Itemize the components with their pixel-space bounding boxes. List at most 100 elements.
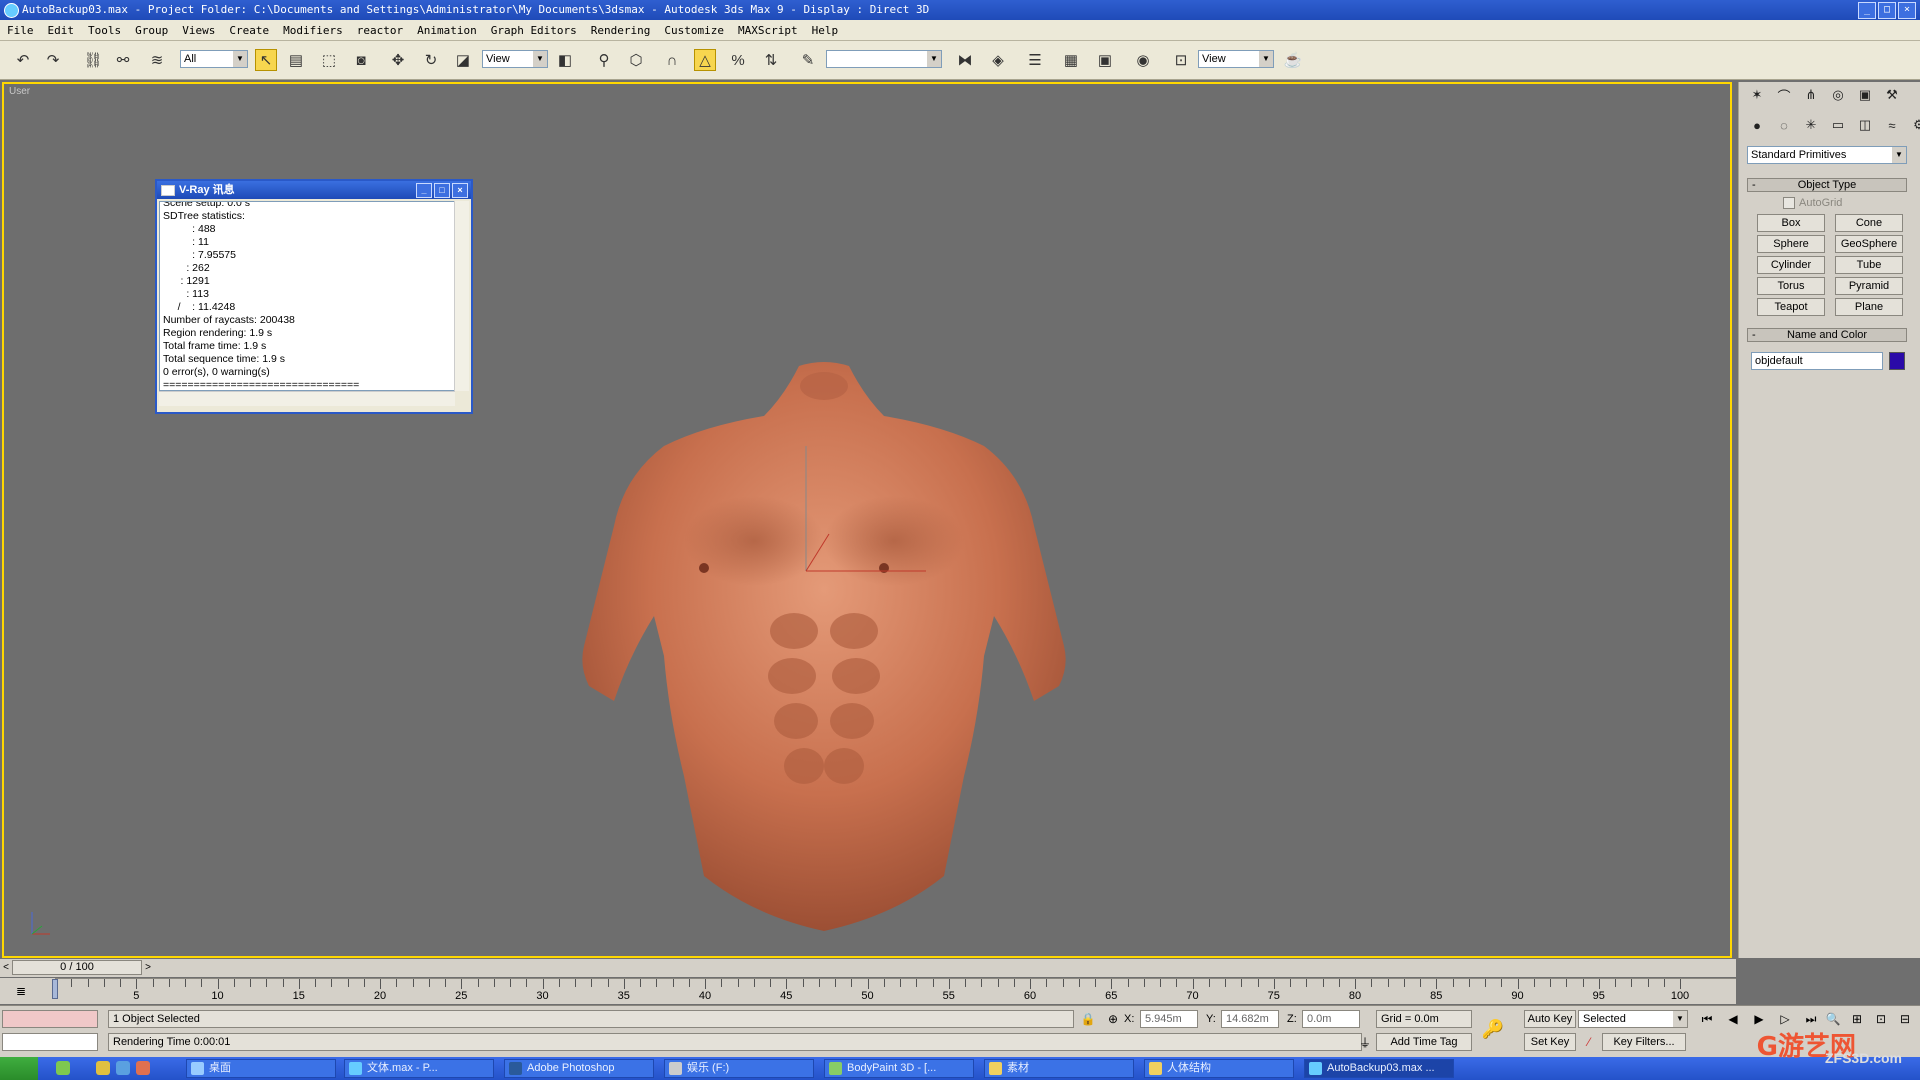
menu-graph-editors[interactable]: Graph Editors: [484, 24, 584, 37]
menu-animation[interactable]: Animation: [410, 24, 484, 37]
y-coordinate-field[interactable]: 14.682m: [1221, 1010, 1279, 1028]
menu-modifiers[interactable]: Modifiers: [276, 24, 350, 37]
display-tab-icon[interactable]: ▣: [1855, 86, 1875, 104]
zoom-extents-icon[interactable]: ⊡: [1872, 1010, 1890, 1028]
taskbar-item[interactable]: Adobe Photoshop: [504, 1059, 654, 1078]
previous-frame-icon[interactable]: ◀: [1724, 1010, 1742, 1028]
geometry-icon[interactable]: ●: [1747, 116, 1767, 134]
angle-snap-icon[interactable]: △: [694, 49, 716, 71]
layer-manager-icon[interactable]: ☰: [1024, 49, 1046, 71]
go-to-start-icon[interactable]: ⏮: [1698, 1010, 1716, 1028]
menu-rendering[interactable]: Rendering: [584, 24, 658, 37]
quick-render-teapot-icon[interactable]: ☕: [1282, 49, 1304, 71]
taskbar-item[interactable]: 文体.max - P...: [344, 1059, 494, 1078]
cylinder-button[interactable]: Cylinder: [1757, 256, 1825, 274]
lights-icon[interactable]: ✳: [1801, 116, 1821, 134]
taskbar-item[interactable]: 娱乐 (F:): [664, 1059, 814, 1078]
cameras-icon[interactable]: ▭: [1828, 116, 1848, 134]
quicklaunch-icon[interactable]: [96, 1061, 110, 1075]
maxscript-listener-mini[interactable]: [2, 1010, 98, 1028]
current-frame-marker[interactable]: [52, 979, 58, 999]
rectangular-selection-icon[interactable]: ⬚: [318, 49, 340, 71]
menu-create[interactable]: Create: [222, 24, 276, 37]
curve-editor-icon[interactable]: ▦: [1060, 49, 1082, 71]
key-curve-icon[interactable]: ⁄: [1580, 1033, 1598, 1051]
select-move-icon[interactable]: ✥: [387, 49, 409, 71]
menu-help[interactable]: Help: [805, 24, 846, 37]
track-bar[interactable]: ≣ 05101520253035404550556065707580859095…: [0, 978, 1736, 1004]
systems-icon[interactable]: ⚙: [1909, 116, 1920, 134]
pivot-center-icon[interactable]: ◧: [554, 49, 576, 71]
select-and-link-icon[interactable]: ⛓: [82, 49, 104, 71]
menu-maxscript[interactable]: MAXScript: [731, 24, 805, 37]
bind-space-warp-icon[interactable]: ≋: [146, 49, 168, 71]
menu-edit[interactable]: Edit: [41, 24, 82, 37]
redo-icon[interactable]: ↷: [42, 49, 64, 71]
schematic-view-icon[interactable]: ▣: [1094, 49, 1116, 71]
quicklaunch-icon[interactable]: [136, 1061, 150, 1075]
maxscript-listener-input[interactable]: [2, 1033, 98, 1051]
autogrid-checkbox[interactable]: AutoGrid: [1783, 197, 1842, 209]
cone-button[interactable]: Cone: [1835, 214, 1903, 232]
primitive-category-dropdown[interactable]: Standard Primitives ▼: [1747, 146, 1907, 164]
menu-file[interactable]: File: [0, 24, 41, 37]
vray-horizontal-scrollbar[interactable]: [159, 391, 455, 406]
prev-frame-arrow-icon[interactable]: <: [0, 960, 12, 975]
ie-icon[interactable]: [116, 1061, 130, 1075]
create-tab-icon[interactable]: ✶: [1747, 86, 1767, 104]
selection-lock-icon[interactable]: 🔒: [1079, 1010, 1097, 1028]
z-coordinate-field[interactable]: 0.0m: [1302, 1010, 1360, 1028]
select-manipulate-icon[interactable]: ⚲: [593, 49, 615, 71]
shapes-icon[interactable]: ◌: [1774, 116, 1794, 134]
start-button[interactable]: [0, 1057, 38, 1080]
minimize-button[interactable]: _: [1858, 2, 1876, 19]
sphere-button[interactable]: Sphere: [1757, 235, 1825, 253]
snaps-toggle-icon[interactable]: ∩: [661, 49, 683, 71]
select-by-name-icon[interactable]: ▤: [285, 49, 307, 71]
select-rotate-icon[interactable]: ↻: [420, 49, 442, 71]
tube-button[interactable]: Tube: [1835, 256, 1903, 274]
vray-vertical-scrollbar[interactable]: [454, 201, 469, 391]
menu-tools[interactable]: Tools: [81, 24, 128, 37]
menu-group[interactable]: Group: [128, 24, 175, 37]
edit-named-selection-icon[interactable]: ✎: [797, 49, 819, 71]
helpers-icon[interactable]: ◫: [1855, 116, 1875, 134]
set-key-button[interactable]: Set Key: [1524, 1033, 1576, 1051]
add-time-tag-icon[interactable]: ⏚: [1356, 1033, 1374, 1051]
select-object-icon[interactable]: ↖: [255, 49, 277, 71]
vray-title-bar[interactable]: V-Ray 讯息 _ □ ×: [157, 181, 471, 199]
key-mode-dropdown[interactable]: Selected ▼: [1578, 1010, 1688, 1028]
plane-button[interactable]: Plane: [1835, 298, 1903, 316]
close-button[interactable]: ×: [1898, 2, 1916, 19]
percent-snap-icon[interactable]: %: [727, 49, 749, 71]
mirror-icon[interactable]: ⧓: [954, 49, 976, 71]
spinner-snap-icon[interactable]: ⇅: [760, 49, 782, 71]
key-filters-button[interactable]: Key Filters...: [1602, 1033, 1686, 1051]
x-coordinate-field[interactable]: 5.945m: [1140, 1010, 1198, 1028]
unlink-icon[interactable]: ⚯: [112, 49, 134, 71]
taskbar-item[interactable]: 素材: [984, 1059, 1134, 1078]
object-type-rollout-header[interactable]: - Object Type: [1747, 178, 1907, 192]
window-crossing-icon[interactable]: ◙: [350, 49, 372, 71]
space-warps-icon[interactable]: ≈: [1882, 116, 1902, 134]
taskbar-item[interactable]: 人体结构: [1144, 1059, 1294, 1078]
render-scene-icon[interactable]: ⊡: [1170, 49, 1192, 71]
name-and-color-rollout-header[interactable]: - Name and Color: [1747, 328, 1907, 342]
absolute-mode-icon[interactable]: ⊕: [1104, 1010, 1122, 1028]
set-key-big-icon[interactable]: 🔑: [1482, 1019, 1504, 1039]
align-icon[interactable]: ◈: [987, 49, 1009, 71]
taskbar-item[interactable]: BodyPaint 3D - [...: [824, 1059, 974, 1078]
undo-icon[interactable]: ↶: [12, 49, 34, 71]
motion-tab-icon[interactable]: ◎: [1828, 86, 1848, 104]
taskbar-item[interactable]: 桌面: [186, 1059, 336, 1078]
render-type-dropdown[interactable]: View ▼: [1198, 50, 1274, 68]
pyramid-button[interactable]: Pyramid: [1835, 277, 1903, 295]
taskbar-item-active[interactable]: AutoBackup03.max ...: [1304, 1059, 1454, 1078]
zoom-extents-all-icon[interactable]: ⊟: [1896, 1010, 1914, 1028]
auto-key-button[interactable]: Auto Key: [1524, 1010, 1576, 1028]
geosphere-button[interactable]: GeoSphere: [1835, 235, 1903, 253]
time-slider-handle[interactable]: 0 / 100: [12, 960, 142, 975]
object-name-field[interactable]: objdefault: [1751, 352, 1883, 370]
time-slider[interactable]: < 0 / 100 >: [0, 959, 1736, 977]
vray-minimize-button[interactable]: _: [416, 183, 432, 198]
